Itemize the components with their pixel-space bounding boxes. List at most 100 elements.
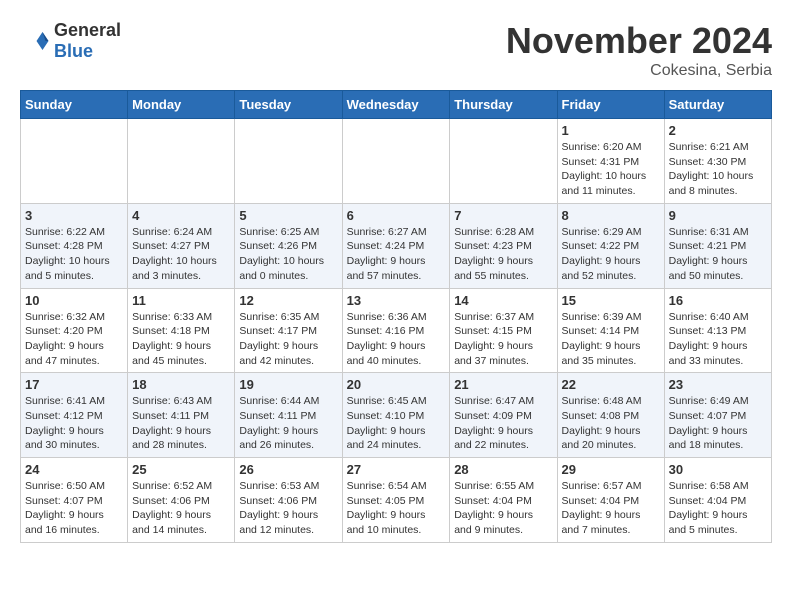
calendar-cell: 28 Sunrise: 6:55 AM Sunset: 4:04 PM Dayli… (450, 458, 557, 543)
calendar-week-row: 10Sunrise: 6:32 AM Sunset: 4:20 PM Dayli… (21, 288, 772, 373)
calendar-cell: 25 Sunrise: 6:52 AM Sunset: 4:06 PM Dayli… (128, 458, 235, 543)
calendar-cell: 15Sunrise: 6:39 AM Sunset: 4:14 PM Dayli… (557, 288, 664, 373)
weekday-header-sunday: Sunday (21, 91, 128, 119)
day-number: 20 (347, 377, 446, 392)
day-info: Sunrise: 6:54 AM Sunset: 4:05 PM Dayligh… (347, 479, 446, 538)
day-number: 6 (347, 208, 446, 223)
day-info: Sunrise: 6:35 AM Sunset: 4:17 PM Dayligh… (239, 310, 337, 369)
calendar-cell: 24 Sunrise: 6:50 AM Sunset: 4:07 PM Dayli… (21, 458, 128, 543)
calendar-cell: 11 Sunrise: 6:33 AM Sunset: 4:18 PM Dayli… (128, 288, 235, 373)
day-number: 16 (669, 293, 767, 308)
day-number: 2 (669, 123, 767, 138)
day-number: 30 (669, 462, 767, 477)
logo: General Blue (20, 20, 121, 62)
calendar-cell: 23Sunrise: 6:49 AM Sunset: 4:07 PM Dayli… (664, 373, 771, 458)
logo-icon (20, 26, 50, 56)
calendar-cell: 12 Sunrise: 6:35 AM Sunset: 4:17 PM Dayli… (235, 288, 342, 373)
day-number: 25 (132, 462, 230, 477)
day-number: 11 (132, 293, 230, 308)
day-number: 28 (454, 462, 552, 477)
day-info: Sunrise: 6:49 AM Sunset: 4:07 PM Dayligh… (669, 394, 767, 453)
calendar-cell: 14Sunrise: 6:37 AM Sunset: 4:15 PM Dayli… (450, 288, 557, 373)
calendar-cell: 30 Sunrise: 6:58 AM Sunset: 4:04 PM Dayli… (664, 458, 771, 543)
day-number: 22 (562, 377, 660, 392)
day-number: 21 (454, 377, 552, 392)
day-info: Sunrise: 6:28 AM Sunset: 4:23 PM Dayligh… (454, 225, 552, 284)
day-info: Sunrise: 6:29 AM Sunset: 4:22 PM Dayligh… (562, 225, 660, 284)
title-block: November 2024 Cokesina, Serbia (506, 20, 772, 80)
calendar-cell: 17 Sunrise: 6:41 AM Sunset: 4:12 PM Dayli… (21, 373, 128, 458)
day-info: Sunrise: 6:50 AM Sunset: 4:07 PM Dayligh… (25, 479, 123, 538)
day-number: 12 (239, 293, 337, 308)
logo-general: General (54, 20, 121, 40)
day-info: Sunrise: 6:53 AM Sunset: 4:06 PM Dayligh… (239, 479, 337, 538)
day-info: Sunrise: 6:36 AM Sunset: 4:16 PM Dayligh… (347, 310, 446, 369)
day-info: Sunrise: 6:32 AM Sunset: 4:20 PM Dayligh… (25, 310, 123, 369)
day-number: 9 (669, 208, 767, 223)
calendar-cell: 29Sunrise: 6:57 AM Sunset: 4:04 PM Dayli… (557, 458, 664, 543)
day-number: 1 (562, 123, 660, 138)
calendar-cell (342, 119, 450, 204)
day-number: 13 (347, 293, 446, 308)
day-info: Sunrise: 6:41 AM Sunset: 4:12 PM Dayligh… (25, 394, 123, 453)
weekday-header-monday: Monday (128, 91, 235, 119)
weekday-header-friday: Friday (557, 91, 664, 119)
calendar-cell: 8 Sunrise: 6:29 AM Sunset: 4:22 PM Daylig… (557, 203, 664, 288)
day-number: 18 (132, 377, 230, 392)
calendar-table: SundayMondayTuesdayWednesdayThursdayFrid… (20, 90, 772, 543)
day-info: Sunrise: 6:47 AM Sunset: 4:09 PM Dayligh… (454, 394, 552, 453)
calendar-cell: 26 Sunrise: 6:53 AM Sunset: 4:06 PM Dayli… (235, 458, 342, 543)
location: Cokesina, Serbia (506, 62, 772, 80)
calendar-cell: 2 Sunrise: 6:21 AM Sunset: 4:30 PM Daylig… (664, 119, 771, 204)
calendar-cell: 9 Sunrise: 6:31 AM Sunset: 4:21 PM Daylig… (664, 203, 771, 288)
day-info: Sunrise: 6:40 AM Sunset: 4:13 PM Dayligh… (669, 310, 767, 369)
calendar-cell: 13 Sunrise: 6:36 AM Sunset: 4:16 PM Dayli… (342, 288, 450, 373)
calendar-cell: 6 Sunrise: 6:27 AM Sunset: 4:24 PM Daylig… (342, 203, 450, 288)
day-number: 15 (562, 293, 660, 308)
day-info: Sunrise: 6:52 AM Sunset: 4:06 PM Dayligh… (132, 479, 230, 538)
day-number: 27 (347, 462, 446, 477)
calendar-cell: 21 Sunrise: 6:47 AM Sunset: 4:09 PM Dayli… (450, 373, 557, 458)
day-info: Sunrise: 6:55 AM Sunset: 4:04 PM Dayligh… (454, 479, 552, 538)
day-number: 24 (25, 462, 123, 477)
day-number: 7 (454, 208, 552, 223)
day-info: Sunrise: 6:27 AM Sunset: 4:24 PM Dayligh… (347, 225, 446, 284)
weekday-header-wednesday: Wednesday (342, 91, 450, 119)
calendar-cell: 3 Sunrise: 6:22 AM Sunset: 4:28 PM Daylig… (21, 203, 128, 288)
day-number: 14 (454, 293, 552, 308)
day-number: 26 (239, 462, 337, 477)
day-number: 19 (239, 377, 337, 392)
calendar-cell: 1 Sunrise: 6:20 AM Sunset: 4:31 PM Daylig… (557, 119, 664, 204)
day-info: Sunrise: 6:22 AM Sunset: 4:28 PM Dayligh… (25, 225, 123, 284)
day-info: Sunrise: 6:44 AM Sunset: 4:11 PM Dayligh… (239, 394, 337, 453)
day-number: 29 (562, 462, 660, 477)
calendar-cell: 22Sunrise: 6:48 AM Sunset: 4:08 PM Dayli… (557, 373, 664, 458)
calendar-cell (235, 119, 342, 204)
day-info: Sunrise: 6:33 AM Sunset: 4:18 PM Dayligh… (132, 310, 230, 369)
day-info: Sunrise: 6:24 AM Sunset: 4:27 PM Dayligh… (132, 225, 230, 284)
calendar-cell: 10Sunrise: 6:32 AM Sunset: 4:20 PM Dayli… (21, 288, 128, 373)
day-number: 4 (132, 208, 230, 223)
calendar-week-row: 17 Sunrise: 6:41 AM Sunset: 4:12 PM Dayli… (21, 373, 772, 458)
day-info: Sunrise: 6:31 AM Sunset: 4:21 PM Dayligh… (669, 225, 767, 284)
calendar-cell: 16 Sunrise: 6:40 AM Sunset: 4:13 PM Dayli… (664, 288, 771, 373)
page-header: General Blue November 2024 Cokesina, Ser… (20, 20, 772, 80)
calendar-cell: 27 Sunrise: 6:54 AM Sunset: 4:05 PM Dayli… (342, 458, 450, 543)
calendar-cell: 18 Sunrise: 6:43 AM Sunset: 4:11 PM Dayli… (128, 373, 235, 458)
day-number: 8 (562, 208, 660, 223)
calendar-cell (21, 119, 128, 204)
day-info: Sunrise: 6:21 AM Sunset: 4:30 PM Dayligh… (669, 140, 767, 199)
day-number: 3 (25, 208, 123, 223)
logo-blue: Blue (54, 41, 93, 61)
day-info: Sunrise: 6:25 AM Sunset: 4:26 PM Dayligh… (239, 225, 337, 284)
day-info: Sunrise: 6:20 AM Sunset: 4:31 PM Dayligh… (562, 140, 660, 199)
day-info: Sunrise: 6:45 AM Sunset: 4:10 PM Dayligh… (347, 394, 446, 453)
calendar-cell (450, 119, 557, 204)
day-info: Sunrise: 6:58 AM Sunset: 4:04 PM Dayligh… (669, 479, 767, 538)
day-number: 17 (25, 377, 123, 392)
day-number: 5 (239, 208, 337, 223)
calendar-week-row: 24 Sunrise: 6:50 AM Sunset: 4:07 PM Dayli… (21, 458, 772, 543)
weekday-header-saturday: Saturday (664, 91, 771, 119)
calendar-cell: 5 Sunrise: 6:25 AM Sunset: 4:26 PM Daylig… (235, 203, 342, 288)
day-info: Sunrise: 6:43 AM Sunset: 4:11 PM Dayligh… (132, 394, 230, 453)
